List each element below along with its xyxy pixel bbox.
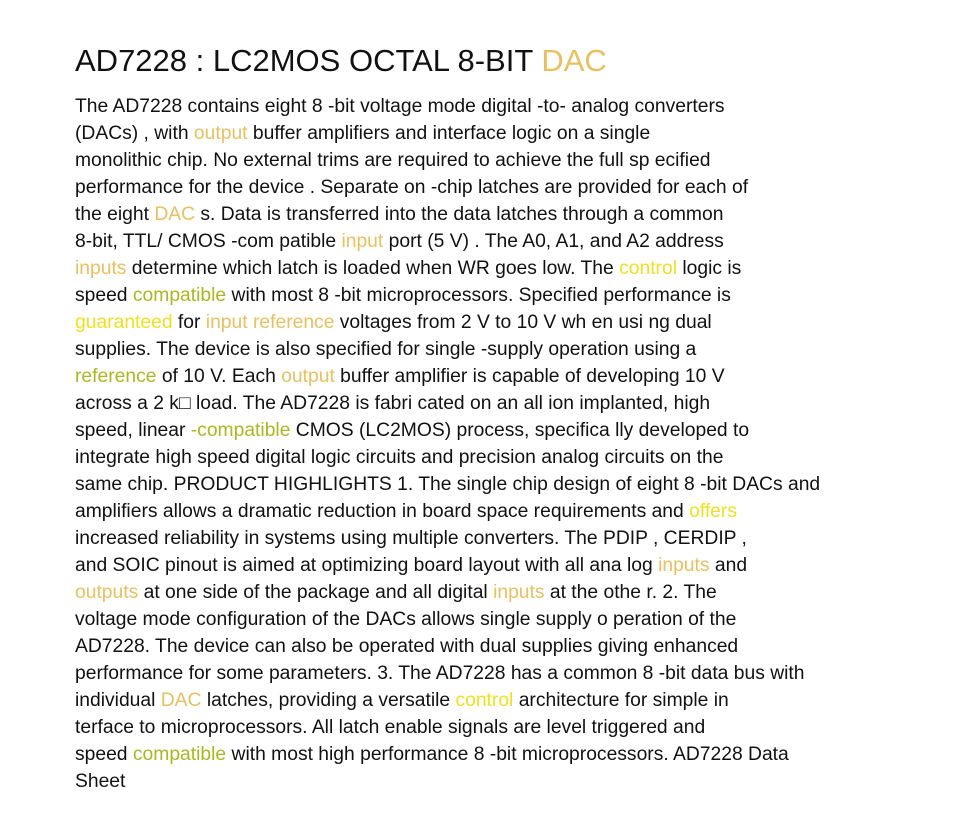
- highlighted-word: compatible: [132, 744, 227, 765]
- text-line: voltage mode configuration of the DACs a…: [75, 606, 945, 633]
- text-line: Sheet: [75, 768, 945, 795]
- text-line: performance for some parameters. 3. The …: [75, 660, 945, 687]
- text-segment: and: [709, 555, 748, 576]
- highlighted-word: inputs: [493, 582, 545, 603]
- text-line: speed compatible with most 8 -bit microp…: [75, 282, 945, 309]
- text-line: monolithic chip. No external trims are r…: [75, 147, 945, 174]
- text-segment: buffer amplifiers and interface logic on…: [247, 123, 651, 144]
- highlighted-word: DAC: [154, 204, 196, 225]
- text-line: speed compatible with most high performa…: [75, 741, 945, 768]
- text-segment: (DACs) , with: [75, 123, 194, 144]
- text-segment: the eight: [75, 204, 155, 225]
- text-segment: with most high performance 8 -bit microp…: [226, 744, 789, 765]
- text-segment: and SOIC pinout is aimed at optimizing b…: [75, 555, 659, 576]
- text-line: supplies. The device is also specified f…: [75, 336, 945, 363]
- title-text: AD7228 : LC2MOS OCTAL 8-BIT: [75, 43, 542, 78]
- text-line: 8-bit, TTL/ CMOS -com patible input port…: [75, 228, 945, 255]
- text-segment: The AD7228 contains eight 8 -bit voltage…: [75, 96, 725, 117]
- text-line: inputs determine which latch is loaded w…: [75, 255, 945, 282]
- highlighted-word: control: [619, 258, 677, 279]
- text-line: performance for the device . Separate on…: [75, 174, 945, 201]
- text-line: across a 2 k□ load. The AD7228 is fabri …: [75, 390, 945, 417]
- highlighted-word: compatible: [132, 285, 227, 306]
- text-line: outputs at one side of the package and a…: [75, 579, 945, 606]
- highlighted-word: offers: [689, 501, 737, 522]
- text-segment: across a 2 k□ load. The AD7228 is fabri …: [75, 393, 711, 414]
- document: AD7228 : LC2MOS OCTAL 8-BIT DAC The AD72…: [75, 40, 945, 795]
- highlighted-word: reference: [75, 366, 157, 387]
- text-line: (DACs) , with output buffer amplifiers a…: [75, 120, 945, 147]
- highlighted-word: -compatible: [190, 420, 291, 441]
- text-segment: voltages from 2 V to 10 V wh en usi ng d…: [334, 312, 712, 333]
- text-line: same chip. PRODUCT HIGHLIGHTS 1. The sin…: [75, 471, 945, 498]
- text-segment: individual: [75, 690, 161, 711]
- text-line: increased reliability in systems using m…: [75, 525, 945, 552]
- page-title: AD7228 : LC2MOS OCTAL 8-BIT DAC: [75, 40, 945, 82]
- text-segment: at one side of the package and all digit…: [138, 582, 494, 603]
- highlighted-word: output: [193, 123, 248, 144]
- text-line: guaranteed for input reference voltages …: [75, 309, 945, 336]
- highlighted-word: DAC: [160, 690, 202, 711]
- text-segment: speed: [75, 744, 133, 765]
- text-segment: AD7228. The device can also be operated …: [75, 636, 739, 657]
- text-segment: speed: [75, 285, 133, 306]
- text-segment: architecture for simple in: [513, 690, 729, 711]
- text-segment: of 10 V. Each: [156, 366, 282, 387]
- text-line: AD7228. The device can also be operated …: [75, 633, 945, 660]
- text-segment: terface to microprocessors. All latch en…: [75, 717, 706, 738]
- text-segment: determine which latch is loaded when WR …: [126, 258, 620, 279]
- text-line: the eight DAC s. Data is transferred int…: [75, 201, 945, 228]
- text-segment: CMOS (LC2MOS) process, specifica lly dev…: [290, 420, 750, 441]
- title-highlight: DAC: [541, 43, 607, 78]
- text-line: speed, linear -compatible CMOS (LC2MOS) …: [75, 417, 945, 444]
- highlighted-word: output: [281, 366, 335, 387]
- text-line: The AD7228 contains eight 8 -bit voltage…: [75, 93, 945, 120]
- text-segment: for: [172, 312, 206, 333]
- text-segment: s. Data is transferred into the data lat…: [195, 204, 724, 225]
- text-segment: increased reliability in systems using m…: [75, 528, 747, 549]
- text-line: individual DAC latches, providing a vers…: [75, 687, 945, 714]
- highlighted-word: inputs: [75, 258, 127, 279]
- highlighted-word: input: [341, 231, 384, 252]
- text-line: terface to microprocessors. All latch en…: [75, 714, 945, 741]
- body-paragraph: The AD7228 contains eight 8 -bit voltage…: [75, 93, 945, 795]
- text-segment: 8-bit, TTL/ CMOS -com patible: [75, 231, 342, 252]
- text-line: amplifiers allows a dramatic reduction i…: [75, 498, 945, 525]
- highlighted-word: guaranteed: [75, 312, 173, 333]
- text-line: reference of 10 V. Each output buffer am…: [75, 363, 945, 390]
- text-line: integrate high speed digital logic circu…: [75, 444, 945, 471]
- text-segment: at the othe r. 2. The: [544, 582, 717, 603]
- text-segment: amplifiers allows a dramatic reduction i…: [75, 501, 690, 522]
- text-segment: same chip. PRODUCT HIGHLIGHTS 1. The sin…: [75, 474, 821, 495]
- highlighted-word: inputs: [658, 555, 710, 576]
- text-segment: integrate high speed digital logic circu…: [75, 447, 724, 468]
- text-segment: speed, linear: [75, 420, 191, 441]
- text-segment: logic is: [676, 258, 742, 279]
- text-segment: latches, providing a versatile: [201, 690, 456, 711]
- text-segment: with most 8 -bit microprocessors. Specif…: [226, 285, 731, 306]
- highlighted-word: control: [455, 690, 514, 711]
- highlighted-word: input reference: [205, 312, 335, 333]
- highlighted-word: outputs: [75, 582, 139, 603]
- text-segment: buffer amplifier is capable of developin…: [334, 366, 725, 387]
- text-segment: performance for some parameters. 3. The …: [75, 663, 805, 684]
- text-segment: voltage mode configuration of the DACs a…: [75, 609, 737, 630]
- text-segment: performance for the device . Separate on…: [75, 177, 749, 198]
- text-segment: port (5 V) . The A0, A1, and A2 address: [383, 231, 724, 252]
- text-segment: monolithic chip. No external trims are r…: [75, 150, 711, 171]
- text-segment: supplies. The device is also specified f…: [75, 339, 697, 360]
- text-line: and SOIC pinout is aimed at optimizing b…: [75, 552, 945, 579]
- text-segment: Sheet: [75, 771, 126, 792]
